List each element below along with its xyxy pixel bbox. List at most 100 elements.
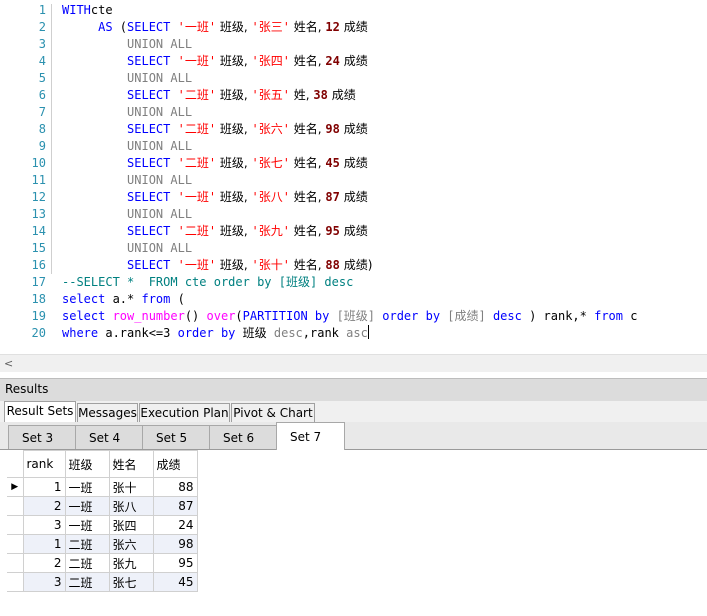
results-title: Results: [5, 382, 49, 396]
result-set-tabs: Set 3 Set 4 Set 5 Set 6 Set 7: [0, 422, 707, 450]
row-indicator[interactable]: [7, 496, 24, 516]
code-token: 姓名,: [289, 20, 326, 34]
code-line[interactable]: SELECT '二班' 班级, '张九' 姓名, 95 成绩: [62, 223, 368, 240]
cell-score[interactable]: 95: [152, 553, 198, 573]
tab-result-sets[interactable]: Result Sets: [4, 401, 76, 423]
column-header-score[interactable]: 成绩: [152, 450, 198, 478]
code-line[interactable]: UNION ALL: [62, 240, 192, 257]
cell-class[interactable]: 二班: [64, 534, 110, 554]
tab-set-7[interactable]: Set 7: [276, 422, 345, 450]
code-token: asc: [346, 326, 368, 340]
result-grid[interactable]: rank 班级 姓名 成绩 ▶ 1 一班 张十 88 2 一班 张八 87 3 一班 张四 24 1 二班张…: [7, 450, 198, 592]
code-token: 成绩: [339, 156, 368, 170]
tab-set-3[interactable]: Set 3: [8, 425, 76, 449]
code-token: '张九': [251, 224, 290, 238]
tab-set-4[interactable]: Set 4: [75, 425, 143, 449]
line-number: 1: [38, 3, 46, 17]
code-token: UNION ALL: [127, 207, 193, 221]
results-panel-header: Results: [0, 378, 707, 401]
code-line[interactable]: SELECT '一班' 班级, '张八' 姓名, 87 成绩: [62, 189, 368, 206]
editor-horizontal-scrollbar[interactable]: <: [0, 354, 707, 372]
code-token: UNION ALL: [127, 71, 193, 85]
table-row[interactable]: 3 二班 张七 45: [7, 572, 198, 592]
cell-score[interactable]: 87: [152, 496, 198, 516]
code-line[interactable]: WITHcte: [62, 2, 113, 19]
cell-class[interactable]: 一班: [64, 496, 110, 516]
cell-class[interactable]: 二班: [64, 553, 110, 573]
code-line[interactable]: SELECT '一班' 班级, '张四' 姓名, 24 成绩: [62, 53, 368, 70]
code-line[interactable]: SELECT '二班' 班级, '张六' 姓名, 98 成绩: [62, 121, 368, 138]
code-token: [成绩]: [447, 309, 486, 323]
cell-name[interactable]: 张九: [108, 553, 154, 573]
cell-rank[interactable]: 2: [22, 496, 66, 516]
line-number: 3: [38, 37, 46, 51]
row-indicator[interactable]: [7, 515, 24, 535]
code-line[interactable]: --SELECT * FROM cte order by [班级] desc: [62, 274, 353, 291]
table-row[interactable]: 2 二班 张九 95: [7, 553, 198, 573]
code-token: '一班': [177, 258, 217, 272]
code-line[interactable]: select a.* from (: [62, 291, 185, 308]
code-line[interactable]: UNION ALL: [62, 70, 192, 87]
cell-score[interactable]: 45: [152, 572, 198, 592]
row-indicator[interactable]: [7, 572, 24, 592]
cell-name[interactable]: 张四: [108, 515, 154, 535]
column-header-rank[interactable]: rank: [22, 450, 66, 478]
code-line[interactable]: UNION ALL: [62, 36, 192, 53]
table-row[interactable]: 3 一班 张四 24: [7, 515, 198, 535]
cell-rank[interactable]: 3: [22, 572, 66, 592]
cell-name[interactable]: 张八: [108, 496, 154, 516]
table-row[interactable]: 2 一班 张八 87: [7, 496, 198, 516]
code-token: [班级]: [336, 309, 376, 323]
code-line[interactable]: SELECT '一班' 班级, '张十' 姓名, 88 成绩): [62, 257, 372, 274]
code-token: SELECT: [127, 88, 178, 102]
line-number: 9: [38, 139, 46, 153]
tab-set-5[interactable]: Set 5: [142, 425, 210, 449]
cell-rank[interactable]: 1: [22, 477, 66, 497]
tab-pivot-chart[interactable]: Pivot & Chart: [231, 403, 315, 422]
cell-score[interactable]: 88: [152, 477, 198, 497]
code-token: '一班': [177, 190, 217, 204]
code-line[interactable]: UNION ALL: [62, 138, 192, 155]
line-number: 16: [31, 258, 46, 272]
code-line[interactable]: SELECT '二班' 班级, '张五' 姓, 38 成绩: [62, 87, 356, 104]
code-line[interactable]: UNION ALL: [62, 104, 192, 121]
table-row[interactable]: ▶ 1 一班 张十 88: [7, 477, 198, 497]
code-line[interactable]: UNION ALL: [62, 172, 192, 189]
code-token: '张七': [251, 156, 290, 170]
code-line[interactable]: select row_number() over(PARTITION by [班…: [62, 308, 637, 325]
cell-name[interactable]: 张十: [108, 477, 154, 497]
sql-editor[interactable]: 1 2 3 4 5 6 7 8 9 10 11 12 13 14 15 16 17 18 19 20 WITHcte …: [0, 0, 707, 342]
table-row[interactable]: 1 二班 张六 98: [7, 534, 198, 554]
cell-class[interactable]: 二班: [64, 572, 110, 592]
cell-class[interactable]: 一班: [64, 477, 110, 497]
tab-execution-plan[interactable]: Execution Plan: [139, 403, 230, 422]
cell-name[interactable]: 张七: [108, 572, 154, 592]
cell-rank[interactable]: 1: [22, 534, 66, 554]
cell-rank[interactable]: 2: [22, 553, 66, 573]
cell-name[interactable]: 张六: [108, 534, 154, 554]
code-line[interactable]: AS (SELECT '一班' 班级, '张三' 姓名, 12 成绩: [62, 19, 368, 36]
chevron-left-icon[interactable]: <: [4, 355, 13, 372]
code-token: '张六': [251, 122, 290, 136]
cell-rank[interactable]: 3: [22, 515, 66, 535]
code-token: '张三': [251, 20, 290, 34]
code-line[interactable]: where a.rank<=3 order by 班级 desc,rank as…: [62, 325, 369, 342]
code-token: 姓名,: [289, 190, 326, 204]
row-indicator[interactable]: [7, 553, 24, 573]
line-number: 18: [31, 292, 46, 306]
cell-score[interactable]: 98: [152, 534, 198, 554]
triangle-right-icon[interactable]: ▶: [7, 477, 24, 497]
code-token: 成绩: [339, 122, 368, 136]
tab-set-6[interactable]: Set 6: [209, 425, 277, 449]
tab-messages[interactable]: Messages: [77, 403, 138, 422]
column-header-class[interactable]: 班级: [64, 450, 110, 478]
code-line[interactable]: UNION ALL: [62, 206, 192, 223]
code-line[interactable]: SELECT '二班' 班级, '张七' 姓名, 45 成绩: [62, 155, 368, 172]
row-indicator[interactable]: [7, 534, 24, 554]
cell-class[interactable]: 一班: [64, 515, 110, 535]
column-header-name[interactable]: 姓名: [108, 450, 154, 478]
cell-score[interactable]: 24: [152, 515, 198, 535]
